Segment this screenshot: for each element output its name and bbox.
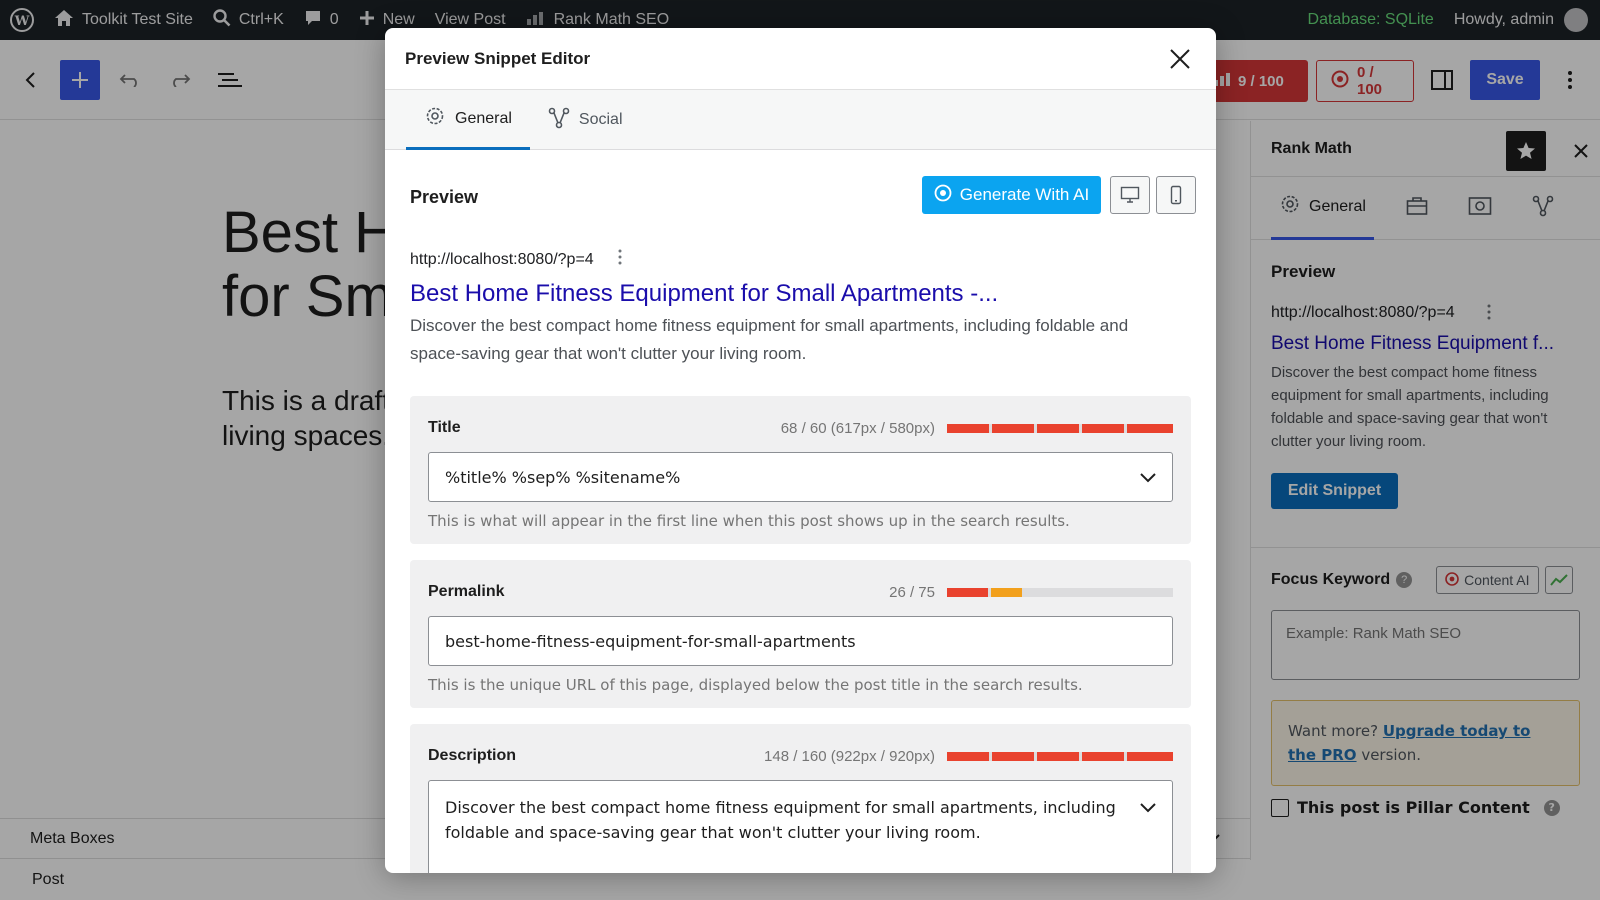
description-field-header: Description 148 / 160 (922px / 920px) — [428, 742, 1173, 770]
title-bar-segment — [1082, 423, 1124, 433]
tab-social[interactable]: Social — [530, 90, 641, 150]
social-share-icon — [548, 107, 570, 134]
modal-tabs: General Social — [385, 90, 1216, 150]
title-bar-segment — [992, 423, 1034, 433]
chevron-down-icon[interactable] — [1140, 795, 1156, 820]
title-field-header: Title 68 / 60 (617px / 580px) — [428, 414, 1173, 442]
serp-url-row: http://localhost:8080/?p=4 — [410, 249, 1191, 270]
chevron-down-icon[interactable] — [1140, 468, 1156, 487]
desktop-preview-icon[interactable] — [1110, 176, 1150, 214]
modal-body: Preview Generate With AI http://localhos… — [385, 150, 1216, 873]
permalink-input-value: best-home-fitness-equipment-for-small-ap… — [445, 631, 856, 651]
description-field-box: Description 148 / 160 (922px / 920px) Di… — [410, 724, 1191, 873]
title-field-box: Title 68 / 60 (617px / 580px) %title% %s… — [410, 396, 1191, 544]
description-counter: 148 / 160 (922px / 920px) — [764, 747, 935, 765]
gear-icon — [424, 105, 446, 132]
title-length-bar — [947, 423, 1173, 433]
serp-url: http://localhost:8080/?p=4 — [410, 250, 594, 268]
permalink-bar-segment — [991, 587, 1022, 597]
description-label: Description — [428, 747, 517, 764]
serp-description: Discover the best compact home fitness e… — [410, 316, 1129, 363]
title-bar-segment — [947, 423, 989, 433]
kebab-menu-icon — [618, 249, 622, 270]
close-icon[interactable] — [1164, 43, 1196, 75]
title-input-value: %title% %sep% %sitename% — [445, 467, 681, 487]
title-bar-segment — [1037, 423, 1079, 433]
permalink-counter: 26 / 75 — [889, 583, 935, 601]
title-counter: 68 / 60 (617px / 580px) — [780, 419, 935, 437]
mobile-preview-icon[interactable] — [1156, 176, 1196, 214]
tab-social-label: Social — [578, 111, 623, 128]
tab-general[interactable]: General — [406, 90, 530, 150]
description-length-bar — [947, 751, 1173, 761]
permalink-bar-segment — [947, 587, 988, 597]
serp-title[interactable]: Best Home Fitness Equipment for Small Ap… — [410, 280, 1191, 308]
modal-header: Preview Snippet Editor — [385, 28, 1216, 90]
description-textarea-value: Discover the best compact home fitness e… — [445, 798, 1116, 842]
permalink-field-box: Permalink 26 / 75 best-home-fitness-equi… — [410, 560, 1191, 708]
permalink-input[interactable]: best-home-fitness-equipment-for-small-ap… — [428, 616, 1173, 666]
permalink-help-text: This is the unique URL of this page, dis… — [428, 676, 1083, 694]
generate-with-ai-button[interactable]: Generate With AI — [922, 176, 1101, 214]
description-meta: 148 / 160 (922px / 920px) — [764, 748, 1173, 765]
permalink-meta: 26 / 75 — [889, 584, 1173, 601]
description-bar-segment — [992, 751, 1034, 761]
title-meta: 68 / 60 (617px / 580px) — [781, 420, 1173, 437]
tab-general-label: General — [455, 109, 512, 127]
permalink-length-bar — [947, 587, 1173, 597]
description-bar-segment — [1082, 751, 1124, 761]
permalink-label: Permalink — [428, 583, 505, 600]
title-bar-segment — [1127, 423, 1173, 433]
description-bar-segment — [1037, 751, 1079, 761]
generate-with-ai-label: Generate With AI — [959, 185, 1090, 204]
preview-label: Preview — [410, 186, 479, 207]
title-help-text: This is what will appear in the first li… — [428, 512, 1070, 530]
modal-title: Preview Snippet Editor — [405, 48, 591, 68]
preview-snippet-editor-modal: Preview Snippet Editor General Social Pr… — [385, 28, 1216, 873]
title-label: Title — [428, 419, 461, 436]
permalink-field-header: Permalink 26 / 75 — [428, 578, 1173, 606]
title-input[interactable]: %title% %sep% %sitename% — [428, 452, 1173, 502]
content-ai-icon — [934, 184, 952, 207]
description-bar-segment — [1127, 751, 1173, 761]
description-textarea[interactable]: Discover the best compact home fitness e… — [428, 780, 1173, 873]
preview-row: Preview Generate With AI — [410, 150, 1196, 244]
description-bar-segment — [947, 751, 989, 761]
